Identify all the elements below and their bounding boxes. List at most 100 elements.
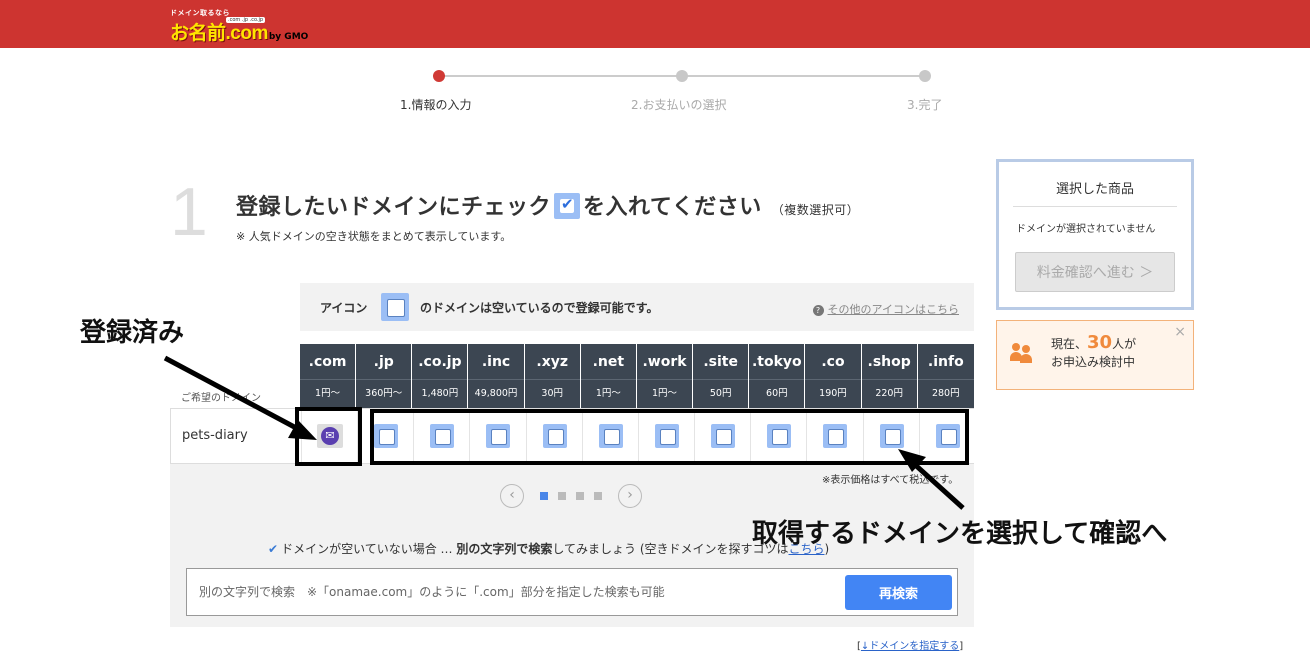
live-line2: お申込み検討中	[1051, 355, 1136, 369]
tld-column-header: .co.jp 1,480円	[412, 344, 469, 408]
section-subnote: ※ 人気ドメインの空き状態をまとめて表示しています。	[236, 230, 512, 243]
progress-steps: 1.情報の入力 2.お支払いの選択 3.完了	[400, 68, 960, 118]
tld-price: 1円〜	[595, 388, 621, 399]
tld-label: .co	[805, 344, 861, 380]
proceed-to-price-button[interactable]: 料金確認へ進む ＞	[1015, 252, 1175, 292]
tld-label: .info	[917, 344, 974, 380]
hint-before: ドメインが空いていない場合 …	[281, 542, 457, 556]
live-applicants-text: 現在、30人が お申込み検討中	[1051, 334, 1136, 371]
tld-column-header: .com 1円〜	[300, 344, 357, 408]
tld-price: 360円〜	[365, 388, 403, 399]
icon-legend-text: のドメインは空いているので登録可能です。	[420, 301, 659, 315]
cart-title: 選択した商品	[1055, 182, 1134, 197]
close-icon[interactable]: ×	[1174, 324, 1186, 340]
annotation-registered: 登録済み	[80, 318, 185, 348]
step-3-dot	[919, 70, 931, 82]
research-button[interactable]: 再検索	[845, 575, 952, 610]
tld-price: 30円	[541, 388, 563, 399]
tld-label: .co.jp	[412, 344, 468, 380]
tld-column-header: .shop 220円	[861, 344, 918, 408]
tld-label: .tokyo	[749, 344, 805, 380]
tld-label: .shop	[861, 344, 917, 380]
tld-price: 49,800円	[474, 388, 518, 399]
title-part-1: 登録したいドメインにチェック	[236, 195, 552, 220]
tld-label: .xyz	[524, 344, 580, 380]
specify-close: ]	[959, 641, 964, 652]
tld-column-header: .inc 49,800円	[468, 344, 525, 408]
people-icon	[1010, 343, 1034, 363]
step-2-dot	[676, 70, 688, 82]
checkbox-example-icon: ✔	[554, 193, 581, 219]
live-prefix: 現在、	[1051, 337, 1088, 351]
tld-label: .work	[636, 344, 693, 380]
multi-select-note: （複数選択可）	[771, 203, 860, 217]
tld-column-header: .info 280円	[917, 344, 974, 408]
domain-name: pets-diary	[182, 428, 248, 443]
tld-price: 190円	[819, 388, 847, 399]
specify-domain-link[interactable]: ↓ドメインを指定する	[861, 641, 959, 652]
research-box: 再検索	[186, 568, 958, 616]
tld-price: 280円	[931, 388, 960, 399]
cart-empty-text: ドメインが選択されていません	[1016, 224, 1156, 235]
top-header-bar: ドメイン取るなら お名前.comby GMO .com .jp .co.jp	[0, 0, 1310, 48]
cart-divider	[1013, 206, 1177, 207]
logo-sub: .com .jp .co.jp	[226, 17, 266, 23]
logo-gmo: by GMO	[268, 32, 309, 42]
next-page-button[interactable]: ›	[618, 484, 642, 508]
tld-column-header: .net 1円〜	[580, 344, 637, 408]
step-3-label: 3.完了	[907, 98, 943, 112]
tld-label: .com	[300, 344, 356, 380]
available-checkbox-icon	[381, 293, 409, 321]
tld-price: 60円	[766, 388, 788, 399]
tld-label: .net	[580, 344, 636, 380]
tld-column-header: .xyz 30円	[524, 344, 581, 408]
pager: ‹ ›	[500, 484, 650, 508]
page-indicator-3[interactable]	[576, 492, 584, 500]
tld-price: 1円〜	[315, 388, 341, 399]
page-indicator-1[interactable]	[540, 492, 548, 500]
tld-column-header: .jp 360円〜	[356, 344, 413, 408]
research-input[interactable]	[199, 579, 839, 605]
selected-products-panel: 選択した商品 ドメインが選択されていません 料金確認へ進む ＞	[996, 159, 1194, 310]
annotation-frame-available	[370, 409, 969, 465]
step-1-label: 1.情報の入力	[400, 98, 472, 112]
tld-label: .inc	[468, 344, 524, 380]
tld-price: 50円	[709, 388, 732, 399]
title-part-2: を入れてください	[583, 195, 762, 220]
live-count: 30	[1087, 332, 1113, 353]
live-applicants-box: 現在、30人が お申込み検討中 ×	[996, 320, 1194, 390]
tld-label: .site	[693, 344, 749, 380]
tld-price: 1,480円	[421, 388, 459, 399]
other-icons-link-text: その他のアイコンはこちら	[827, 303, 959, 316]
help-icon: ?	[812, 305, 824, 316]
annotation-frame-registered	[295, 407, 362, 466]
icon-legend-prefix: アイコン	[320, 301, 368, 315]
onamae-logo[interactable]: ドメイン取るなら お名前.comby GMO .com .jp .co.jp	[170, 8, 308, 45]
step-1-dot	[433, 70, 445, 82]
hint-bold: 別の文字列で検索	[456, 542, 553, 556]
tld-label: .jp	[356, 344, 412, 380]
live-suffix: 人が	[1112, 337, 1137, 351]
page-indicator-4[interactable]	[594, 492, 602, 500]
specify-domain: [↓ドメインを指定する]	[857, 637, 963, 652]
desired-domain-label: ご希望のドメイン	[181, 393, 261, 404]
tld-header-row: .com 1円〜 .jp 360円〜 .co.jp 1,480円 .inc 49,800円 .x…	[300, 344, 974, 408]
page-indicator-2[interactable]	[558, 492, 566, 500]
tld-price: 1円〜	[651, 388, 678, 399]
tld-price: 220円	[875, 388, 903, 399]
tax-note: ※表示価格はすべて税込です。	[822, 475, 959, 486]
tld-column-header: .work 1円〜	[636, 344, 694, 408]
tld-column-header: .tokyo 60円	[749, 344, 806, 408]
prev-page-button[interactable]: ‹	[500, 484, 524, 508]
step-2-label: 2.お支払いの選択	[631, 98, 727, 112]
section-number: 1	[170, 174, 208, 250]
other-icons-link[interactable]: ? その他のアイコンはこちら	[812, 301, 959, 317]
annotation-select: 取得するドメインを選択して確認へ	[752, 519, 1168, 549]
section-title: 登録したいドメインにチェック ✔ を入れてください （複数選択可）	[236, 189, 859, 221]
logo-text: お名前.com	[170, 23, 268, 44]
search-hint: ✔ ドメインが空いていない場合 … 別の文字列で検索してみましょう (空きドメイン…	[268, 540, 829, 557]
tld-column-header: .site 50円	[693, 344, 750, 408]
check-icon: ✔	[268, 542, 279, 556]
tld-column-header: .co 190円	[805, 344, 862, 408]
icon-legend-bar: アイコン のドメインは空いているので登録可能です。 ? その他のアイコンはこちら	[300, 283, 974, 331]
